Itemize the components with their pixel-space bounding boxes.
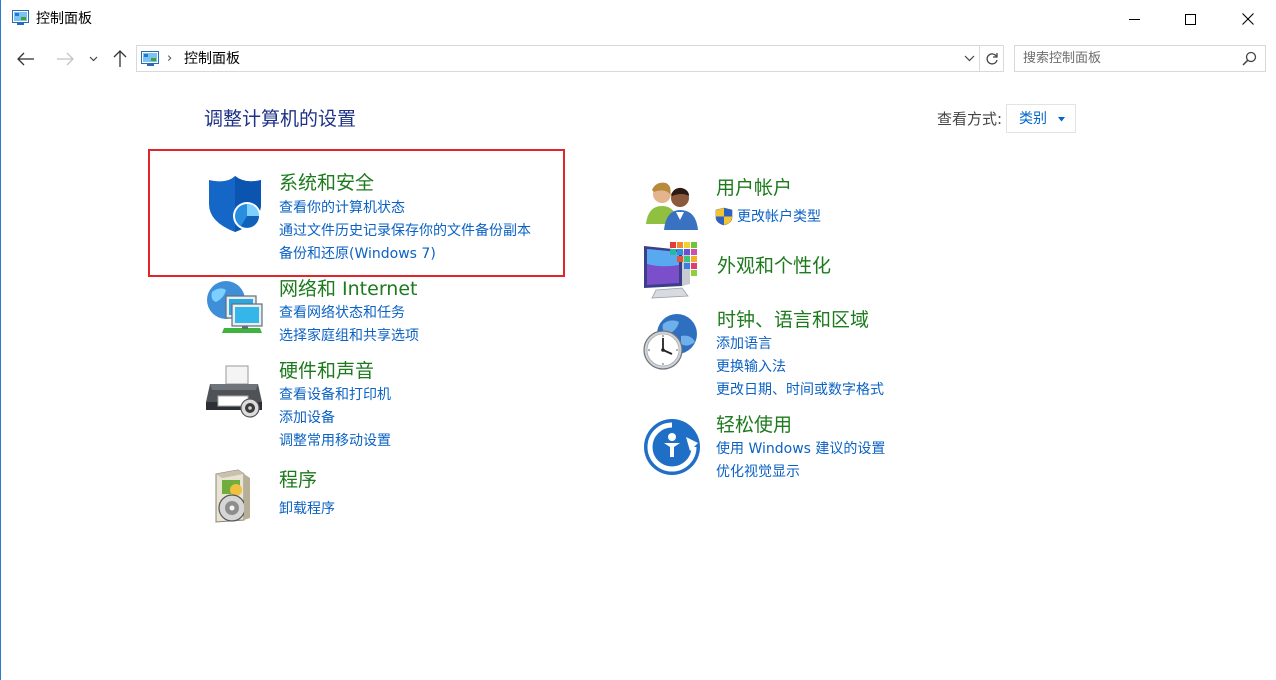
link-change-account-type[interactable]: 更改帐户类型 [737,208,821,226]
category-title-user-accounts[interactable]: 用户帐户 [716,176,792,200]
navigation-bar: › 控制面板 [1,38,1276,80]
window-title: 控制面板 [36,11,92,27]
breadcrumb-control-panel[interactable]: 控制面板 [184,50,240,68]
control-panel-icon [141,51,159,66]
search-input[interactable] [1023,49,1233,68]
link-change-date-time-format[interactable]: 更改日期、时间或数字格式 [716,381,884,399]
caret-down-icon [1058,117,1065,122]
link-homegroup-sharing[interactable]: 选择家庭组和共享选项 [279,327,419,345]
link-windows-recommended-settings[interactable]: 使用 Windows 建议的设置 [716,440,885,458]
link-add-language[interactable]: 添加语言 [716,335,772,353]
uac-shield-icon [715,207,733,226]
network-globe-icon[interactable] [204,278,264,338]
printer-icon[interactable] [204,362,264,422]
minimize-button[interactable] [1111,0,1157,38]
chevron-down-icon [964,55,974,62]
refresh-button[interactable] [980,45,1004,72]
back-button[interactable] [14,48,38,70]
arrow-left-icon [17,52,34,66]
view-by-label: 查看方式: [937,110,1003,128]
link-file-history-backup[interactable]: 通过文件历史记录保存你的文件备份副本 [279,222,531,240]
category-title-system-security[interactable]: 系统和安全 [279,171,374,195]
view-by-value[interactable]: 类别 [1019,110,1047,128]
link-optimize-visual-display[interactable]: 优化视觉显示 [716,463,800,481]
users-icon[interactable] [642,176,702,236]
close-button[interactable] [1225,0,1271,38]
link-add-device[interactable]: 添加设备 [279,409,335,427]
link-mobility-settings[interactable]: 调整常用移动设置 [279,432,391,450]
arrow-up-icon [113,50,127,67]
refresh-icon [985,52,998,65]
category-title-programs[interactable]: 程序 [279,468,317,492]
minimize-icon [1128,18,1140,20]
link-devices-printers[interactable]: 查看设备和打印机 [279,386,391,404]
link-check-computer-status[interactable]: 查看你的计算机状态 [279,199,405,217]
forward-button[interactable] [53,48,77,70]
link-network-status[interactable]: 查看网络状态和任务 [279,304,405,322]
maximize-button[interactable] [1167,0,1213,38]
link-uninstall-program[interactable]: 卸载程序 [279,500,335,518]
clock-globe-icon[interactable] [641,312,701,372]
arrow-right-icon [57,52,74,66]
control-panel-window: 控制面板 › 控制面板 搜索控制面板 调整计算机的设置 查看方式: 类别 系统和… [0,0,1276,680]
category-title-network[interactable]: 网络和 Internet [279,277,417,301]
link-backup-restore[interactable]: 备份和还原(Windows 7) [279,245,436,263]
view-by-select[interactable]: 类别 [1006,104,1076,133]
monitor-palette-icon[interactable] [642,240,702,300]
category-title-hardware[interactable]: 硬件和声音 [279,359,374,383]
search-icon[interactable] [1242,51,1257,66]
link-change-input-method[interactable]: 更换输入法 [716,358,786,376]
up-button[interactable] [108,48,132,70]
page-title: 调整计算机的设置 [204,108,357,130]
breadcrumb-separator[interactable]: › [167,50,172,68]
category-title-clock-region[interactable]: 时钟、语言和区域 [717,308,869,332]
shield-icon[interactable] [205,174,265,234]
search-box[interactable] [1014,45,1266,72]
close-icon [1242,13,1254,25]
title-bar[interactable]: 控制面板 [1,0,1276,38]
control-panel-icon [12,10,29,25]
address-bar[interactable]: › 控制面板 [136,45,980,72]
maximize-icon [1184,13,1196,25]
category-title-ease-of-access[interactable]: 轻松使用 [716,413,792,437]
ease-of-access-icon[interactable] [642,417,702,477]
programs-disc-icon[interactable] [204,466,264,526]
address-history-dropdown[interactable] [959,46,979,71]
category-title-appearance[interactable]: 外观和个性化 [717,254,831,278]
recent-locations-button[interactable] [85,48,101,70]
chevron-down-icon [89,56,97,62]
